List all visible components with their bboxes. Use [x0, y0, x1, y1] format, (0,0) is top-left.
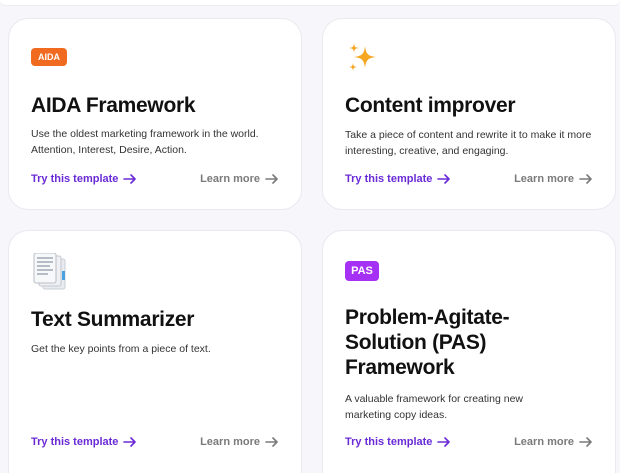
arrow-right-icon [123, 437, 137, 447]
pas-badge-icon: PAS [345, 261, 379, 281]
arrow-right-icon [265, 437, 278, 447]
arrow-right-icon [579, 437, 592, 447]
previous-card-bottom [0, 0, 620, 6]
learn-more-link[interactable]: Learn more [200, 173, 279, 185]
learn-more-label: Learn more [200, 436, 260, 448]
learn-more-label: Learn more [200, 173, 260, 185]
template-card-pas[interactable]: PAS Problem-Agitate-Solution (PAS) Frame… [322, 230, 616, 473]
try-template-link[interactable]: Try this template [31, 436, 137, 448]
arrow-right-icon [579, 174, 592, 184]
try-template-link[interactable]: Try this template [31, 173, 137, 185]
try-template-label: Try this template [345, 436, 433, 448]
document-stack-icon [31, 252, 69, 298]
card-description: Get the key points from a piece of text. [31, 343, 211, 355]
template-card-text-summarizer[interactable]: Text Summarizer Get the key points from … [8, 230, 302, 473]
arrow-right-icon [123, 174, 137, 184]
try-template-link[interactable]: Try this template [345, 173, 451, 185]
aida-badge-icon: AIDA [31, 47, 67, 66]
learn-more-label: Learn more [514, 436, 574, 448]
arrow-right-icon [265, 174, 278, 184]
learn-more-link[interactable]: Learn more [514, 173, 593, 185]
card-description: Take a piece of content and rewrite it t… [345, 129, 592, 157]
card-description: A valuable framework for creating new ma… [345, 393, 524, 421]
pas-badge-label: PAS [345, 261, 379, 281]
template-card-content-improver[interactable]: Content improver Take a piece of content… [322, 18, 616, 210]
learn-more-label: Learn more [514, 173, 574, 185]
arrow-right-icon [437, 174, 451, 184]
card-title: Content improver [345, 94, 516, 117]
card-title: Text Summarizer [31, 308, 195, 331]
try-template-link[interactable]: Try this template [345, 436, 451, 448]
try-template-label: Try this template [31, 436, 119, 448]
card-title: AIDA Framework [31, 94, 196, 117]
sparkles-icon [345, 41, 379, 80]
learn-more-link[interactable]: Learn more [200, 436, 279, 448]
try-template-label: Try this template [31, 173, 119, 185]
aida-badge-label: AIDA [31, 48, 67, 66]
arrow-right-icon [437, 437, 451, 447]
template-card-aida[interactable]: AIDA AIDA Framework Use the oldest marke… [8, 18, 302, 210]
card-description: Use the oldest marketing framework in th… [31, 128, 259, 156]
try-template-label: Try this template [345, 173, 433, 185]
card-title: Problem-Agitate-Solution (PAS) Framework [345, 306, 510, 379]
learn-more-link[interactable]: Learn more [514, 436, 593, 448]
